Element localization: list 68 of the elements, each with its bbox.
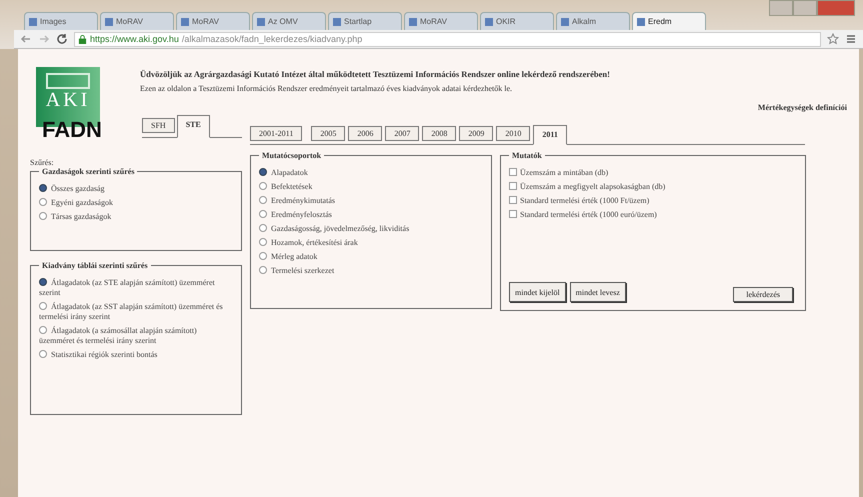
intro-text: Ezen az oldalon a Tesztüzemi Információs Rendszer eredményeit tartalmazó éves kiadványok adatai kérdezhetők le. — [140, 84, 514, 93]
radio-option[interactable]: Eredményfelosztás — [259, 210, 483, 220]
panel-legend: Mutatók — [509, 151, 545, 160]
checkbox-option[interactable]: Standard termelési érték (1000 Ft/üzem) — [509, 196, 797, 206]
page-icon — [409, 18, 417, 26]
page-icon — [181, 18, 189, 26]
browser-tab[interactable]: MoRAV — [176, 12, 250, 30]
page-icon — [105, 18, 113, 26]
checkbox-option[interactable]: Standard termelési érték (1000 euró/üzem) — [509, 210, 797, 220]
year-tab[interactable]: 2009 — [459, 126, 494, 141]
year-tab[interactable]: 2008 — [422, 126, 456, 141]
forward-icon[interactable] — [38, 33, 50, 45]
back-icon[interactable] — [20, 33, 32, 45]
radio-option[interactable]: Társas gazdaságok — [39, 212, 233, 222]
page-icon — [637, 18, 645, 26]
radio-option[interactable]: Mérleg adatok — [259, 252, 483, 262]
definitions-link[interactable]: Mértékegységek definíciói — [758, 103, 847, 112]
year-tab[interactable]: 2006 — [348, 126, 382, 141]
radio-option[interactable]: Termelési szerkezet — [259, 266, 483, 276]
radio-option[interactable]: Összes gazdaság — [39, 184, 233, 194]
panel-legend: Mutatócsoportok — [259, 151, 324, 160]
browser-tab[interactable]: Alkalm — [556, 12, 630, 30]
radio-option[interactable]: Statisztikai régiók szerinti bontás — [39, 350, 233, 360]
page-icon — [485, 18, 493, 26]
page-icon — [333, 18, 341, 26]
browser-tab[interactable]: Images — [24, 12, 98, 30]
radio-option[interactable]: Gazdaságosság, jövedelmezőség, likviditás — [259, 224, 483, 234]
browser-tab[interactable]: Eredm — [632, 12, 706, 30]
radio-option[interactable]: Eredménykimutatás — [259, 196, 483, 206]
radio-option[interactable]: Egyéni gazdaságok — [39, 198, 233, 208]
year-tab[interactable]: 2010 — [496, 126, 530, 141]
checkbox-option[interactable]: Üzemszám a mintában (db) — [509, 168, 797, 178]
year-tab[interactable]: 2005 — [311, 126, 346, 141]
radio-option[interactable]: Hozamok, értékesítési árak — [259, 238, 483, 248]
lock-icon — [78, 34, 87, 44]
browser-tab[interactable]: OKIR — [480, 12, 554, 30]
year-tab[interactable]: 2007 — [385, 126, 420, 141]
query-button[interactable]: lekérdezés — [733, 287, 793, 302]
browser-tab[interactable]: Startlap — [328, 12, 402, 30]
page-icon — [29, 18, 37, 26]
panel-legend: Kiadvány táblái szerinti szűrés — [39, 261, 151, 270]
year-tab[interactable]: 2001-2011 — [250, 126, 302, 141]
page-icon — [561, 18, 569, 26]
welcome-title: Üdvözöljük az Agrárgazdasági Kutató Intézet által működtetett Tesztüzemi Információs Rendszer online lekérdező rendszerében! — [140, 69, 611, 79]
radio-option[interactable]: Alapadatok — [259, 168, 483, 178]
close-icon[interactable] — [817, 0, 855, 16]
radio-option[interactable]: Átlagadatok (az SST alapján számított) üzemméret és termelési irány szerint — [39, 302, 233, 322]
radio-option[interactable]: Befektetések — [259, 182, 483, 192]
panel-legend: Gazdaságok szerinti szűrés — [39, 167, 138, 176]
star-icon[interactable] — [827, 33, 839, 45]
address-bar[interactable]: https://www.aki.gov.hu /alkalmazasok/fadn_lekerdezes/kiadvany.php — [74, 32, 821, 46]
radio-option[interactable]: Átlagadatok (a számosállat alapján számított) üzemméret és termelési irány szerint — [39, 326, 233, 346]
minimize-icon[interactable] — [769, 0, 793, 16]
select-button[interactable]: mindet kijelöl — [509, 282, 566, 302]
select-button[interactable]: mindet levesz — [570, 282, 626, 302]
browser-tab[interactable]: MoRAV — [100, 12, 174, 30]
section-tab[interactable]: STE — [176, 115, 210, 138]
browser-tab[interactable]: Az OMV — [252, 12, 326, 30]
radio-option[interactable]: Átlagadatok (az STE alapján számított) üzemméret szerint — [39, 278, 233, 298]
maximize-icon[interactable] — [793, 0, 817, 16]
menu-icon[interactable] — [845, 33, 857, 45]
reload-icon[interactable] — [56, 33, 68, 45]
page-icon — [257, 18, 265, 26]
year-tab[interactable]: 2011 — [533, 125, 567, 145]
section-tab[interactable]: SFH — [142, 118, 175, 133]
browser-tab[interactable]: MoRAV — [404, 12, 478, 30]
filter-label: Szűrés: — [30, 158, 55, 167]
checkbox-option[interactable]: Üzemszám a megfigyelt alapsokaságban (db) — [509, 182, 797, 192]
